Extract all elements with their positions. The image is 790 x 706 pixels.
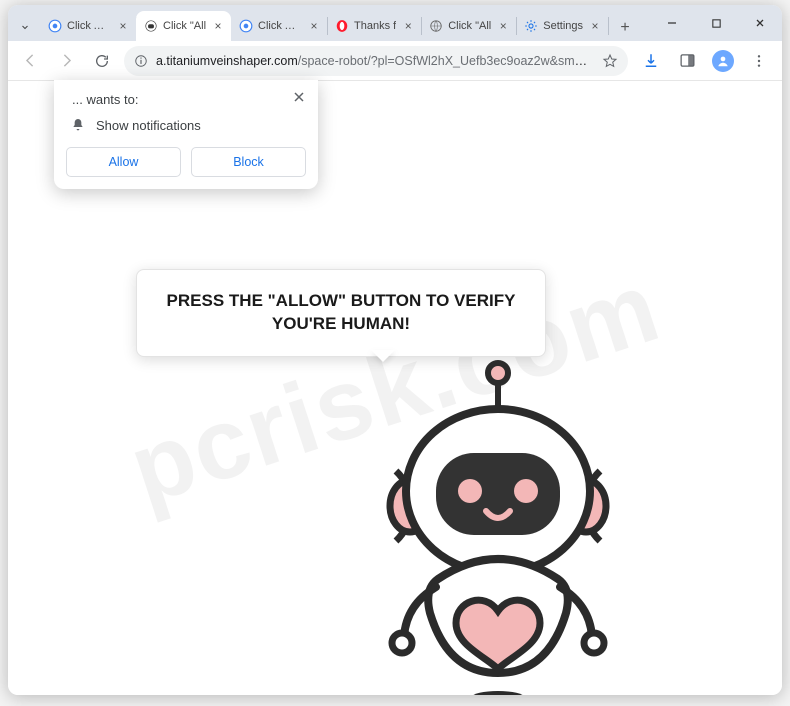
chevron-down-icon xyxy=(19,21,31,33)
tab-label: Thanks f xyxy=(354,20,396,32)
avatar-icon xyxy=(712,50,734,72)
opera-icon xyxy=(335,19,349,33)
robot-icon xyxy=(144,19,158,33)
globe-icon xyxy=(429,19,443,33)
tab-close[interactable]: × xyxy=(307,19,321,33)
kebab-icon xyxy=(751,53,767,69)
tab-2-active[interactable]: Click "All × xyxy=(136,11,231,41)
window-maximize[interactable] xyxy=(694,5,738,41)
tab-strip: Click Allo × Click "All × Click Allo × T… xyxy=(8,5,782,41)
nav-back[interactable] xyxy=(16,47,44,75)
sidepanel-button[interactable] xyxy=(672,46,702,76)
prompt-permission-row: Show notifications xyxy=(66,117,306,133)
url-text: a.titaniumveinshaper.com/space-robot/?pl… xyxy=(156,54,594,68)
arrow-right-icon xyxy=(58,52,75,69)
bookmark-star-icon[interactable] xyxy=(602,53,618,69)
nav-reload[interactable] xyxy=(88,47,116,75)
nav-forward[interactable] xyxy=(52,47,80,75)
chrome-icon xyxy=(48,19,62,33)
gear-icon xyxy=(524,19,538,33)
tab-4[interactable]: Thanks f × xyxy=(327,11,421,41)
speech-bubble: PRESS THE "ALLOW" BUTTON TO VERIFY YOU'R… xyxy=(136,269,546,357)
site-info-icon[interactable] xyxy=(134,54,148,68)
tab-close[interactable]: × xyxy=(401,19,415,33)
toolbar-right xyxy=(636,46,774,76)
tab-6[interactable]: Settings × xyxy=(516,11,608,41)
chrome-icon xyxy=(239,19,253,33)
bubble-line2: YOU'RE HUMAN! xyxy=(159,313,523,336)
block-button[interactable]: Block xyxy=(191,147,306,177)
toolbar: a.titaniumveinshaper.com/space-robot/?pl… xyxy=(8,41,782,81)
prompt-close[interactable] xyxy=(290,88,308,106)
browser-window: Click Allo × Click "All × Click Allo × T… xyxy=(8,5,782,695)
bubble-line1: PRESS THE "ALLOW" BUTTON TO VERIFY xyxy=(159,290,523,313)
tab-1[interactable]: Click Allo × xyxy=(40,11,136,41)
new-tab-button[interactable]: + xyxy=(612,15,638,41)
tab-close[interactable]: × xyxy=(116,19,130,33)
bell-icon xyxy=(70,117,86,133)
tab-5[interactable]: Click "All × xyxy=(421,11,516,41)
sidepanel-icon xyxy=(679,52,696,69)
tab-label: Click Allo xyxy=(67,20,111,32)
tab-close[interactable]: × xyxy=(496,19,510,33)
prompt-title: ... wants to: xyxy=(66,92,306,107)
downloads-button[interactable] xyxy=(636,46,666,76)
minimize-icon xyxy=(666,17,678,29)
tab-close[interactable]: × xyxy=(588,19,602,33)
reload-icon xyxy=(94,53,110,69)
maximize-icon xyxy=(711,18,722,29)
window-controls xyxy=(650,5,782,41)
download-icon xyxy=(642,52,660,70)
window-close[interactable] xyxy=(738,5,782,41)
robot-illustration xyxy=(318,351,678,695)
tab-label: Click "All xyxy=(448,20,491,32)
prompt-permission-text: Show notifications xyxy=(96,118,201,133)
profile-button[interactable] xyxy=(708,46,738,76)
menu-button[interactable] xyxy=(744,46,774,76)
allow-button[interactable]: Allow xyxy=(66,147,181,177)
tab-3[interactable]: Click Allo × xyxy=(231,11,327,41)
tab-label: Settings xyxy=(543,20,583,32)
address-bar[interactable]: a.titaniumveinshaper.com/space-robot/?pl… xyxy=(124,46,628,76)
notification-prompt: ... wants to: Show notifications Allow B… xyxy=(54,80,318,189)
page-content: pcrisk.com ... wants to: Show notificati… xyxy=(8,81,782,695)
tablist-dropdown[interactable] xyxy=(14,13,36,41)
tab-close[interactable]: × xyxy=(211,19,225,33)
close-icon xyxy=(293,91,305,103)
tab-label: Click "All xyxy=(163,20,206,32)
close-icon xyxy=(754,17,766,29)
tab-label: Click Allo xyxy=(258,20,302,32)
arrow-left-icon xyxy=(22,52,39,69)
window-minimize[interactable] xyxy=(650,5,694,41)
